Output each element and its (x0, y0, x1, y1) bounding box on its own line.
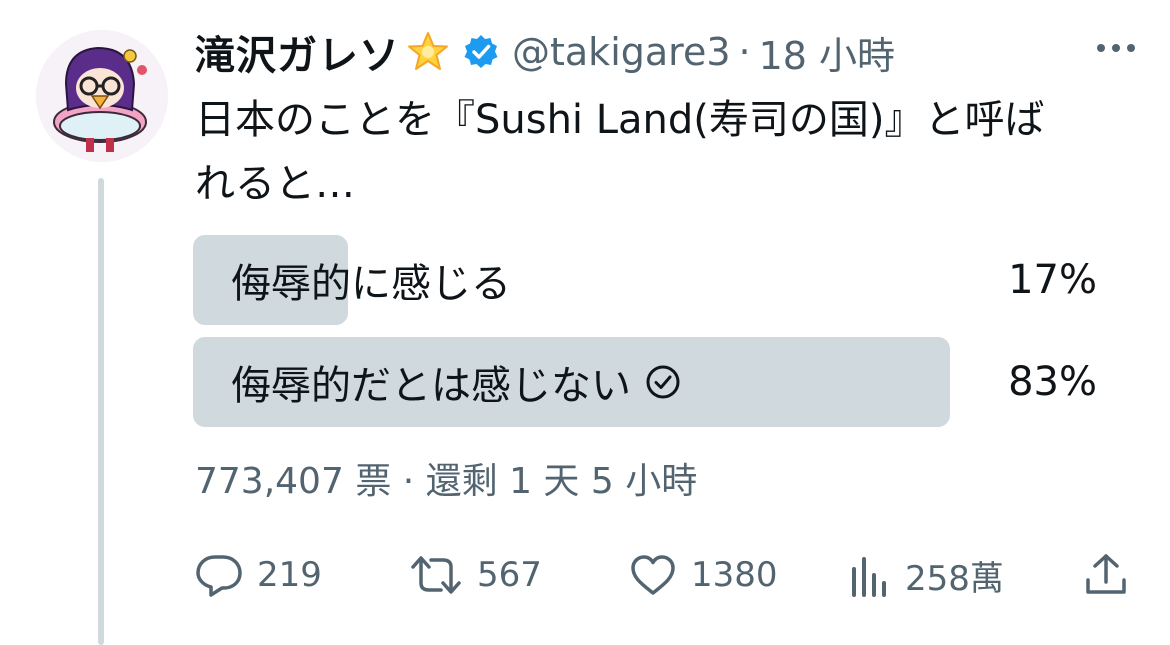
more-icon[interactable] (1094, 38, 1138, 58)
poll-option-label: 侮辱的に感じる (231, 235, 511, 325)
check-circle-icon (645, 364, 681, 400)
timestamp[interactable]: 18 小時 (759, 25, 895, 80)
reply-icon (195, 553, 243, 597)
avatar[interactable] (36, 30, 168, 162)
reply-button[interactable]: 219 (195, 548, 322, 602)
tweet-text: 日本のことを『Sushi Land(寿司の国)』と呼ば れると… (195, 88, 1140, 216)
like-button[interactable]: 1380 (629, 548, 778, 602)
tweet-header: 滝沢ガレソ @takigare3 · 18 小時 (195, 24, 1140, 80)
share-button[interactable] (1083, 548, 1129, 602)
reply-count: 219 (257, 555, 322, 595)
poll-option-text: 侮辱的だとは感じない (231, 363, 631, 409)
share-icon (1083, 552, 1129, 598)
retweet-icon (409, 553, 463, 597)
poll-option[interactable]: 侮辱的だとは感じない 83% (193, 337, 1105, 427)
poll-option-percent: 17% (1008, 257, 1097, 303)
tweet-text-line: れると… (195, 161, 355, 207)
poll-option[interactable]: 侮辱的に感じる 17% (193, 235, 1105, 325)
heart-icon (629, 553, 677, 597)
verified-badge-icon[interactable] (462, 33, 500, 71)
poll-option-text: 侮辱的に感じる (231, 261, 511, 307)
views-count: 258萬 (905, 558, 1004, 599)
tweet-text-line: 日本のことを『Sushi Land(寿司の国)』と呼ば (195, 97, 1045, 143)
star-emoji-icon (406, 30, 450, 74)
thread-line (98, 178, 104, 645)
user-handle[interactable]: @takigare3 (512, 30, 731, 74)
poll-option-label: 侮辱的だとは感じない (231, 337, 681, 427)
views-button[interactable]: 258萬 (847, 548, 1004, 602)
poll-meta: 773,407 票 · 還剩 1 天 5 小時 (195, 461, 698, 502)
separator-dot: · (738, 30, 751, 74)
retweet-button[interactable]: 567 (409, 548, 542, 602)
display-name[interactable]: 滝沢ガレソ (195, 23, 400, 81)
retweet-count: 567 (477, 555, 542, 595)
poll-option-percent: 83% (1008, 359, 1097, 405)
action-bar: 219 567 1380 258萬 (195, 548, 1135, 602)
like-count: 1380 (691, 555, 778, 595)
views-icon (847, 553, 891, 597)
